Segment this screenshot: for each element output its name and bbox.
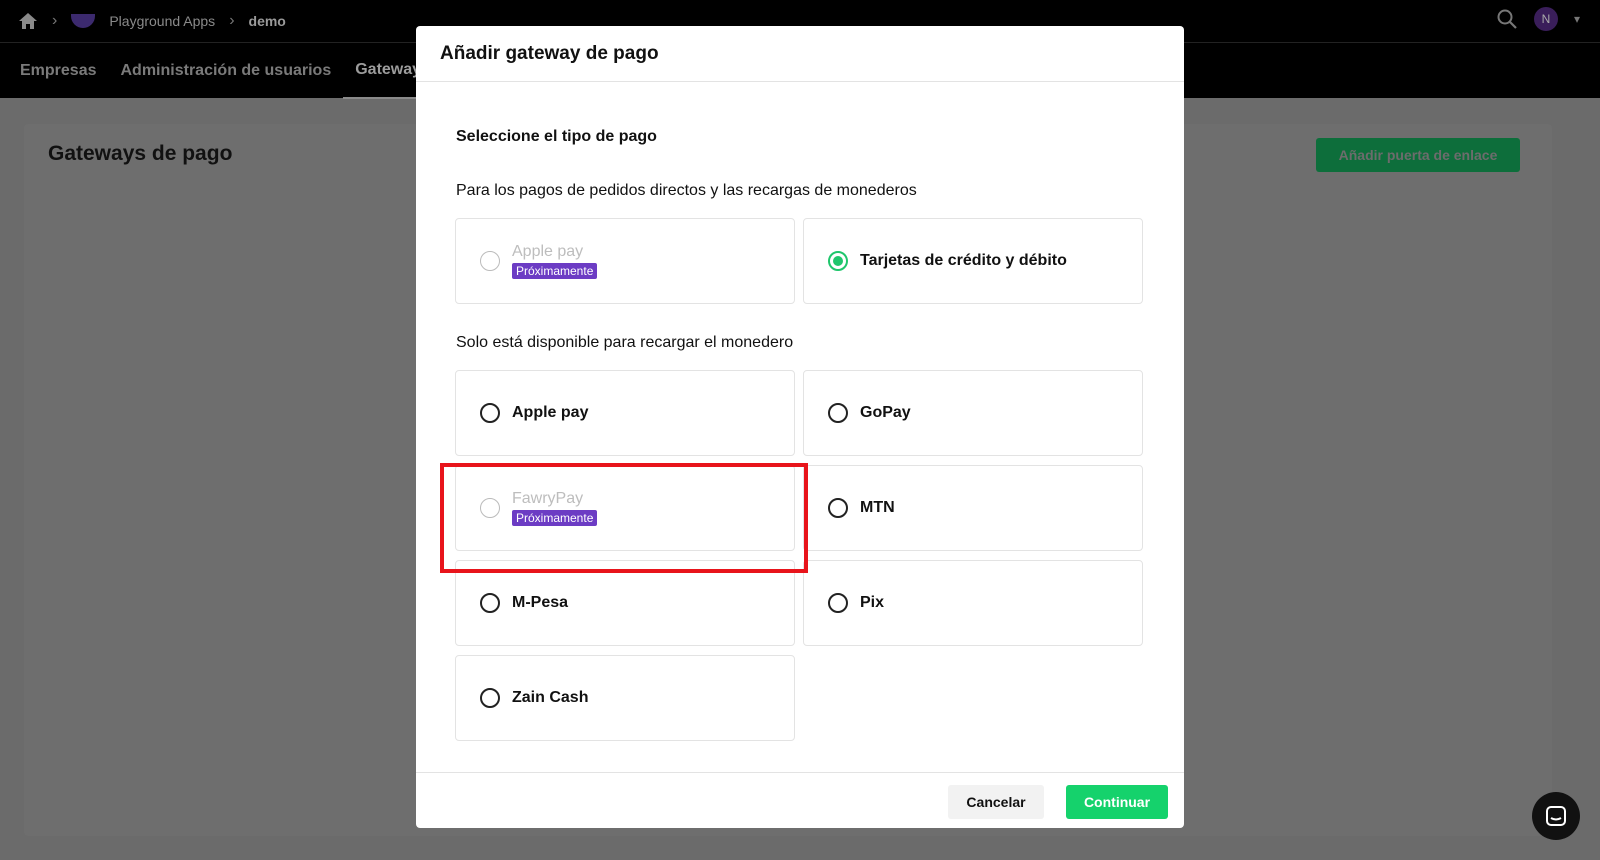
breadcrumb-current: demo	[248, 13, 286, 29]
app-logo-icon	[71, 14, 96, 28]
option-label: Tarjetas de crédito y débito	[860, 252, 1067, 269]
radio-button[interactable]	[480, 403, 500, 423]
add-gateway-modal: Añadir gateway de pago Seleccione el tip…	[416, 26, 1184, 828]
breadcrumb: › Playground Apps › demo	[18, 9, 286, 33]
radio-button[interactable]	[480, 688, 500, 708]
option-label: M-Pesa	[512, 594, 569, 611]
continue-button[interactable]: Continuar	[1066, 785, 1168, 819]
home-icon[interactable]	[18, 12, 38, 30]
chevron-right-icon: ›	[52, 12, 58, 29]
modal-body: Seleccione el tipo de pago Para los pago…	[416, 82, 1184, 772]
option-apple-pay-direct: Apple pay Próximamente	[455, 218, 795, 304]
option-label: Pix	[860, 594, 885, 611]
group-label-wallet: Solo está disponible para recargar el mo…	[456, 334, 794, 351]
option-credit-debit-cards[interactable]: Tarjetas de crédito y débito	[803, 218, 1143, 304]
chat-launcher-button[interactable]	[1532, 792, 1580, 840]
section-title: Seleccione el tipo de pago	[456, 128, 657, 145]
chat-icon	[1546, 806, 1566, 826]
modal-header: Añadir gateway de pago	[416, 26, 1184, 82]
option-label: MTN	[860, 499, 895, 516]
chevron-down-icon[interactable]: ▾	[1574, 12, 1580, 26]
modal-footer: Cancelar Continuar	[416, 772, 1184, 828]
add-gateway-button[interactable]: Añadir puerta de enlace	[1316, 138, 1520, 172]
option-mtn[interactable]: MTN	[803, 465, 1143, 551]
radio-button[interactable]	[828, 498, 848, 518]
tab-empresas[interactable]: Empresas	[20, 43, 97, 99]
highlight-box	[440, 463, 808, 573]
radio-button[interactable]	[828, 593, 848, 613]
option-label: Zain Cash	[512, 689, 589, 706]
tab-user-admin[interactable]: Administración de usuarios	[121, 43, 332, 99]
breadcrumb-app[interactable]: Playground Apps	[109, 13, 215, 29]
option-label: Apple pay	[512, 242, 584, 260]
option-pix[interactable]: Pix	[803, 560, 1143, 646]
search-icon[interactable]	[1496, 8, 1518, 30]
modal-title: Añadir gateway de pago	[440, 42, 659, 64]
radio-button[interactable]	[480, 593, 500, 613]
radio-button[interactable]	[828, 403, 848, 423]
option-label: GoPay	[860, 404, 911, 421]
option-gopay[interactable]: GoPay	[803, 370, 1143, 456]
radio-button	[480, 251, 500, 271]
cancel-button[interactable]: Cancelar	[948, 785, 1044, 819]
chevron-right-icon: ›	[229, 12, 235, 29]
radio-button-selected[interactable]	[828, 251, 848, 271]
coming-soon-badge: Próximamente	[512, 262, 598, 279]
avatar[interactable]: N	[1533, 7, 1558, 31]
option-label: Apple pay	[512, 404, 589, 421]
option-zain-cash[interactable]: Zain Cash	[455, 655, 795, 741]
option-apple-pay-wallet[interactable]: Apple pay	[455, 370, 795, 456]
page-title: Gateways de pago	[48, 142, 233, 165]
group-label-direct: Para los pagos de pedidos directos y las…	[456, 182, 917, 199]
